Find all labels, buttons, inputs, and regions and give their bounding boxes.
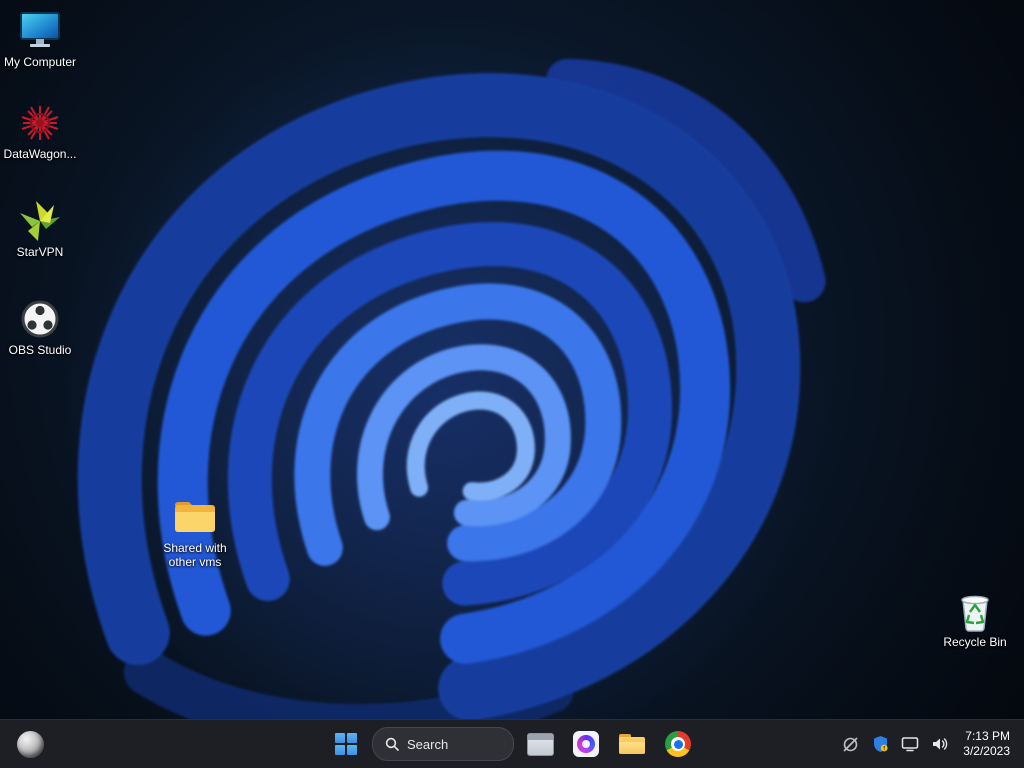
file-explorer-icon bbox=[619, 734, 645, 754]
folder-icon bbox=[172, 496, 218, 538]
pinwheel-star-icon bbox=[17, 200, 63, 242]
desktop-icon-shared-folder[interactable]: Shared with other vms bbox=[156, 496, 234, 569]
desktop-icon-label: Shared with other vms bbox=[163, 541, 227, 569]
taskbar-purple-app-button[interactable] bbox=[566, 724, 606, 764]
gray-sphere-app-icon bbox=[16, 730, 44, 758]
taskbar-search[interactable]: Search bbox=[372, 727, 514, 761]
taskbar-chrome-button[interactable] bbox=[658, 724, 698, 764]
recycle-bin-icon bbox=[952, 590, 998, 632]
desktop: My Computer DataWagon... StarVPN OBS Stu… bbox=[0, 0, 1024, 768]
desktop-icon-label: OBS Studio bbox=[8, 343, 72, 357]
taskbar-clock[interactable]: 7:13 PM 3/2/2023 bbox=[957, 729, 1018, 759]
desktop-icon-label: DataWagon... bbox=[3, 147, 77, 161]
windows-start-icon bbox=[335, 733, 357, 755]
security-shield-warning-icon bbox=[873, 736, 888, 752]
desktop-icon-starvpn[interactable]: StarVPN bbox=[1, 200, 79, 259]
red-burst-icon bbox=[17, 102, 63, 144]
desktop-icon-obs-studio[interactable]: OBS Studio bbox=[1, 298, 79, 357]
monitor-icon bbox=[17, 10, 63, 52]
clock-date: 3/2/2023 bbox=[963, 744, 1010, 758]
obs-camera-icon bbox=[17, 298, 63, 340]
desktop-icon-label: StarVPN bbox=[16, 245, 64, 259]
windows-bloom-wallpaper bbox=[60, 20, 826, 768]
tray-display-button[interactable] bbox=[897, 724, 923, 764]
desktop-icon-label: Recycle Bin bbox=[943, 635, 1007, 649]
taskbar-file-explorer-button[interactable] bbox=[612, 724, 652, 764]
tray-security-button[interactable] bbox=[867, 724, 893, 764]
search-label: Search bbox=[407, 736, 449, 752]
desktop-icon-datawagon[interactable]: DataWagon... bbox=[1, 102, 79, 161]
taskbar-window-app-button[interactable] bbox=[520, 724, 560, 764]
tray-volume-button[interactable] bbox=[927, 724, 953, 764]
desktop-icon-recycle-bin[interactable]: Recycle Bin bbox=[936, 590, 1014, 649]
search-icon bbox=[385, 737, 399, 751]
desktop-icon-my-computer[interactable]: My Computer bbox=[1, 10, 79, 69]
tray-network-off-button[interactable] bbox=[837, 724, 863, 764]
start-button[interactable] bbox=[326, 724, 366, 764]
taskbar: Search 7:13 PM 3/2/2023 bbox=[0, 719, 1024, 768]
purple-ring-app-icon bbox=[573, 731, 599, 757]
volume-icon bbox=[933, 738, 948, 750]
desktop-icon-label: My Computer bbox=[3, 55, 77, 69]
window-app-icon bbox=[526, 732, 554, 756]
chrome-icon bbox=[665, 731, 691, 757]
clock-time: 7:13 PM bbox=[965, 729, 1010, 743]
display-cast-icon bbox=[902, 737, 919, 752]
network-off-icon bbox=[843, 737, 858, 751]
taskbar-gray-sphere-app-button[interactable] bbox=[10, 724, 50, 764]
